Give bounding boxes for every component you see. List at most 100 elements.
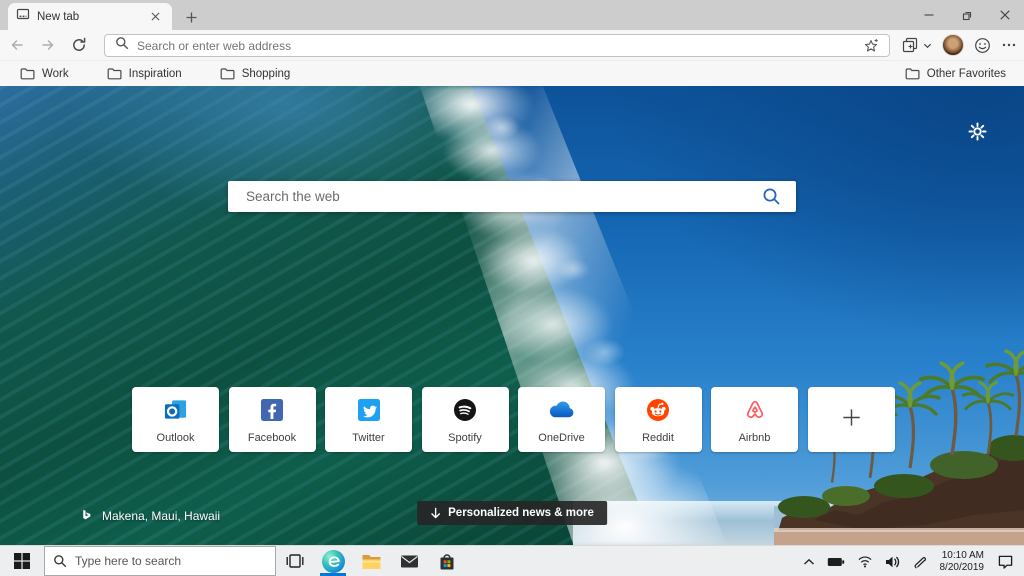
add-site-plus-icon	[839, 405, 864, 435]
taskbar-clock[interactable]: 10:10 AM 8/20/2019	[933, 550, 992, 574]
add-site-tile[interactable]	[807, 387, 895, 452]
news-button-label: Personalized news & more	[448, 507, 594, 519]
tile-spotify[interactable]: Spotify	[421, 387, 509, 452]
clock-time: 10:10 AM	[941, 549, 984, 561]
chevron-down-icon	[923, 43, 932, 48]
clock-date: 8/20/2019	[939, 561, 985, 573]
web-search-input[interactable]	[246, 189, 756, 204]
microsoft-store-button[interactable]	[428, 546, 466, 576]
back-button[interactable]	[3, 32, 31, 58]
tab-new-tab[interactable]: New tab	[8, 3, 172, 30]
mail-app-button[interactable]	[390, 546, 428, 576]
reddit-icon	[646, 397, 670, 423]
edge-beta-icon	[321, 549, 345, 573]
browser-toolbar	[0, 30, 1024, 60]
tile-label: Twitter	[352, 432, 385, 444]
personalized-news-button[interactable]: Personalized news & more	[417, 501, 607, 525]
tile-label: Outlook	[156, 432, 195, 444]
address-search-icon	[115, 36, 129, 55]
toolbar-right	[899, 32, 1020, 58]
web-search-box[interactable]	[228, 181, 796, 212]
tile-facebook[interactable]: Facebook	[228, 387, 316, 452]
tile-onedrive[interactable]: OneDrive	[518, 387, 605, 452]
folder-icon	[20, 68, 35, 80]
tile-label: Facebook	[247, 432, 297, 444]
tray-overflow-chevron-icon[interactable]	[797, 546, 821, 576]
folder-icon	[220, 68, 235, 80]
close-window-button[interactable]	[986, 0, 1024, 30]
minimize-button[interactable]	[910, 0, 948, 30]
search-icon	[54, 555, 67, 568]
other-favorites-label: Other Favorites	[926, 67, 1006, 80]
new-tab-page-icon	[16, 7, 30, 26]
refresh-button[interactable]	[65, 32, 93, 58]
twitter-icon	[357, 397, 381, 423]
edge-beta-taskbar-button[interactable]	[314, 546, 352, 576]
file-explorer-icon	[362, 554, 380, 569]
system-tray: 10:10 AM 8/20/2019	[797, 546, 1024, 576]
bing-icon	[83, 509, 91, 520]
action-center-icon[interactable]	[991, 546, 1020, 576]
task-view-icon	[286, 554, 304, 568]
favorites-folder-work[interactable]: Work	[16, 64, 73, 83]
spotify-icon	[453, 397, 477, 423]
settings-menu-button[interactable]	[998, 32, 1020, 58]
weather-location-link[interactable]: Makena, Maui, Hawaii	[80, 508, 220, 523]
taskbar-search-box[interactable]	[44, 546, 276, 576]
airbnb-icon	[743, 397, 767, 423]
tile-reddit[interactable]: Reddit	[614, 387, 702, 452]
location-label: Makena, Maui, Hawaii	[102, 508, 221, 523]
window-controls	[910, 0, 1024, 30]
volume-icon[interactable]	[879, 546, 907, 576]
wifi-icon[interactable]	[851, 546, 879, 576]
tab-close-icon[interactable]	[146, 8, 164, 26]
new-tab-page: Outlook Facebook Twitter Spotify	[0, 86, 1024, 545]
start-button[interactable]	[0, 546, 44, 576]
favorites-bar: Work Inspiration Shopping Other Favorite…	[0, 60, 1024, 86]
windows-ink-pen-icon[interactable]	[907, 546, 933, 576]
favorites-folder-shopping[interactable]: Shopping	[216, 64, 295, 83]
taskbar-search-input[interactable]	[75, 554, 267, 568]
tab-strip: New tab	[0, 0, 1024, 30]
tile-label: OneDrive	[538, 432, 585, 444]
tile-airbnb[interactable]: Airbnb	[711, 387, 798, 452]
onedrive-icon	[548, 397, 575, 423]
favorites-star-icon[interactable]	[859, 35, 883, 56]
store-icon	[440, 553, 454, 569]
tile-twitter[interactable]: Twitter	[325, 387, 412, 452]
outlook-icon	[163, 397, 188, 423]
windows-taskbar: 10:10 AM 8/20/2019	[0, 545, 1024, 576]
browser-window: New tab Search or enter web address Work…	[0, 0, 1024, 576]
profile-avatar	[942, 34, 964, 56]
web-search-submit-icon[interactable]	[756, 183, 786, 210]
folder-icon	[107, 68, 122, 80]
tab-title: New tab	[37, 10, 80, 23]
favorites-folder-inspiration[interactable]: Inspiration	[103, 64, 186, 83]
forward-button[interactable]	[34, 32, 62, 58]
page-settings-gear-icon[interactable]	[964, 118, 990, 144]
battery-icon[interactable]	[821, 546, 851, 576]
down-arrow-icon	[431, 507, 440, 519]
new-tab-button[interactable]	[180, 6, 202, 28]
facebook-icon	[260, 397, 284, 423]
restore-button[interactable]	[948, 0, 986, 30]
windows-logo-icon	[14, 553, 30, 569]
favorite-label: Shopping	[241, 67, 291, 80]
collections-button[interactable]	[899, 32, 935, 58]
other-favorites-button[interactable]: Other Favorites	[901, 64, 1010, 83]
address-input[interactable]	[137, 38, 859, 53]
tile-outlook[interactable]: Outlook	[132, 387, 219, 452]
favorite-label: Work	[42, 67, 69, 80]
address-bar[interactable]	[104, 34, 890, 57]
tile-label: Reddit	[642, 432, 674, 444]
quick-links-row: Outlook Facebook Twitter Spotify OneDriv…	[132, 387, 895, 452]
tile-label: Spotify	[448, 432, 482, 444]
profile-button[interactable]	[939, 32, 967, 58]
favorite-label: Inspiration	[128, 67, 182, 80]
folder-icon	[905, 68, 920, 80]
tile-label: Airbnb	[738, 432, 771, 444]
mail-icon	[400, 555, 418, 568]
feedback-smiley-button[interactable]	[971, 32, 994, 58]
file-explorer-button[interactable]	[352, 546, 390, 576]
task-view-button[interactable]	[276, 546, 314, 576]
